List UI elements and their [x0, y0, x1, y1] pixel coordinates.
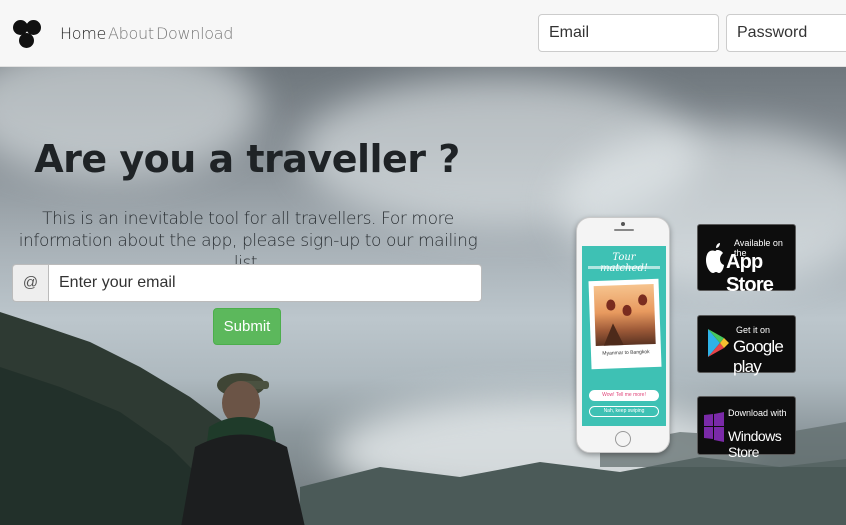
- phone-home-button: [615, 431, 631, 447]
- hero-title: Are you a traveller ?: [34, 137, 460, 181]
- nav-link-download[interactable]: Download: [156, 24, 233, 43]
- phone-mockup: Tour matched! Myanmar to Bangkok Wow! Te…: [576, 217, 670, 453]
- newsletter-email-input[interactable]: Enter your email: [48, 264, 482, 302]
- google-play-badge[interactable]: Get it on Google play: [697, 315, 796, 376]
- navbar: Home About Download Email Password: [0, 0, 846, 67]
- google-play-small-text: Get it on: [736, 325, 771, 335]
- submit-button[interactable]: Submit: [213, 308, 281, 345]
- nav-link-home[interactable]: Home: [60, 24, 106, 43]
- balloon-photo: [593, 283, 656, 347]
- google-play-big-text: Google play: [733, 337, 784, 376]
- phone-screen: Tour matched! Myanmar to Bangkok Wow! Te…: [582, 246, 666, 426]
- screen-tell-more-button: Wow! Tell me more!: [589, 390, 659, 401]
- google-play-icon: [708, 329, 729, 357]
- windows-store-badge[interactable]: Download with Windows Store: [697, 396, 796, 460]
- screen-title: Tour matched!: [600, 252, 648, 274]
- screen-keep-swiping-button: Nah, keep swiping: [589, 406, 659, 417]
- windows-icon: [704, 412, 724, 442]
- login-email-input[interactable]: Email: [538, 14, 719, 52]
- brand-logo[interactable]: [12, 19, 42, 53]
- hero-section: Are you a traveller ? This is an inevita…: [0, 67, 846, 525]
- windows-store-small-text: Download with: [728, 408, 787, 418]
- polaroid-photo: Myanmar to Bangkok: [588, 278, 662, 370]
- screen-subtitle-line: [588, 266, 660, 269]
- windows-store-big-text: Windows Store: [728, 428, 782, 460]
- phone-speaker: [614, 229, 634, 231]
- nav-link-about[interactable]: About: [108, 24, 154, 43]
- photo-caption: Myanmar to Bangkok: [602, 349, 650, 357]
- app-store-big-text: App Store: [726, 251, 774, 296]
- apple-icon: [706, 243, 724, 273]
- phone-camera: [621, 222, 625, 226]
- login-password-input[interactable]: Password: [726, 14, 846, 52]
- app-store-badge[interactable]: Available on the App Store: [697, 224, 796, 296]
- email-addon-at: @: [12, 264, 48, 302]
- traveller-figure: [181, 373, 305, 525]
